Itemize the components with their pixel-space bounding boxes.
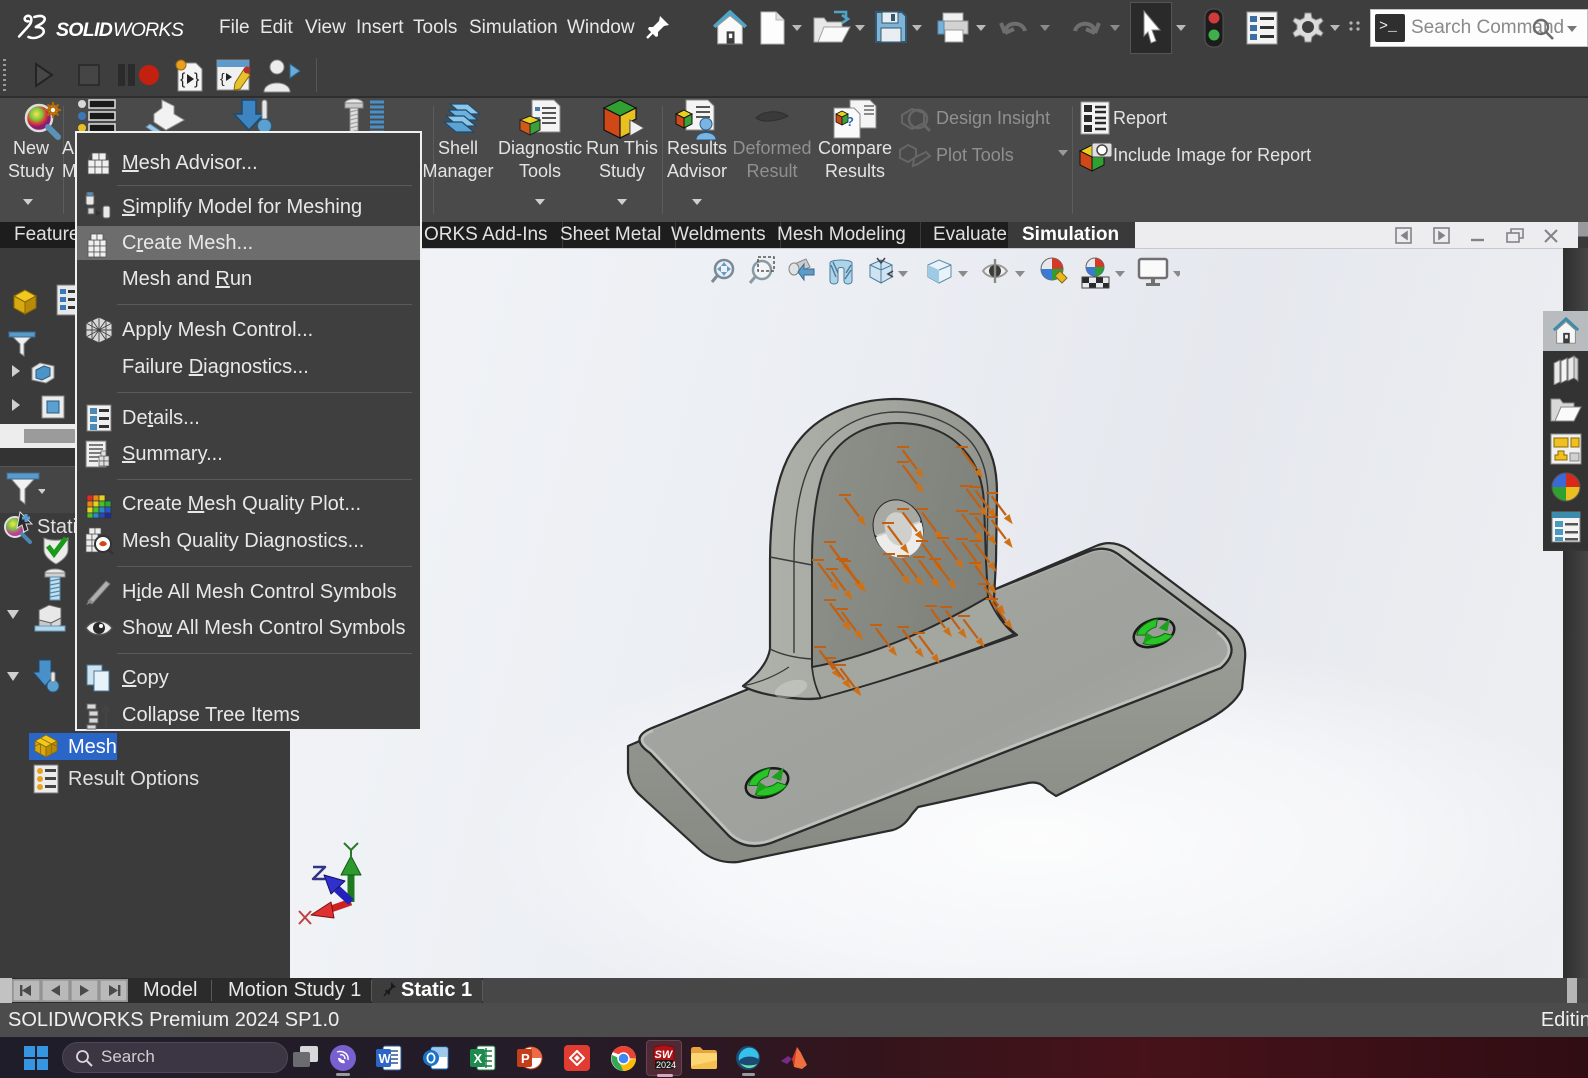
svg-text:X: X [474, 1051, 483, 1066]
svg-text:{: { [220, 70, 225, 86]
svg-text:SOLID: SOLID [56, 19, 113, 41]
svg-text:W: W [379, 1051, 392, 1066]
svg-text:2024: 2024 [656, 1060, 676, 1070]
svg-text:WORKS: WORKS [113, 19, 184, 41]
svg-text:}: } [194, 71, 200, 88]
svg-text:P: P [521, 1051, 530, 1066]
svg-text:?: ? [846, 114, 854, 129]
svg-text:{: { [180, 71, 186, 88]
